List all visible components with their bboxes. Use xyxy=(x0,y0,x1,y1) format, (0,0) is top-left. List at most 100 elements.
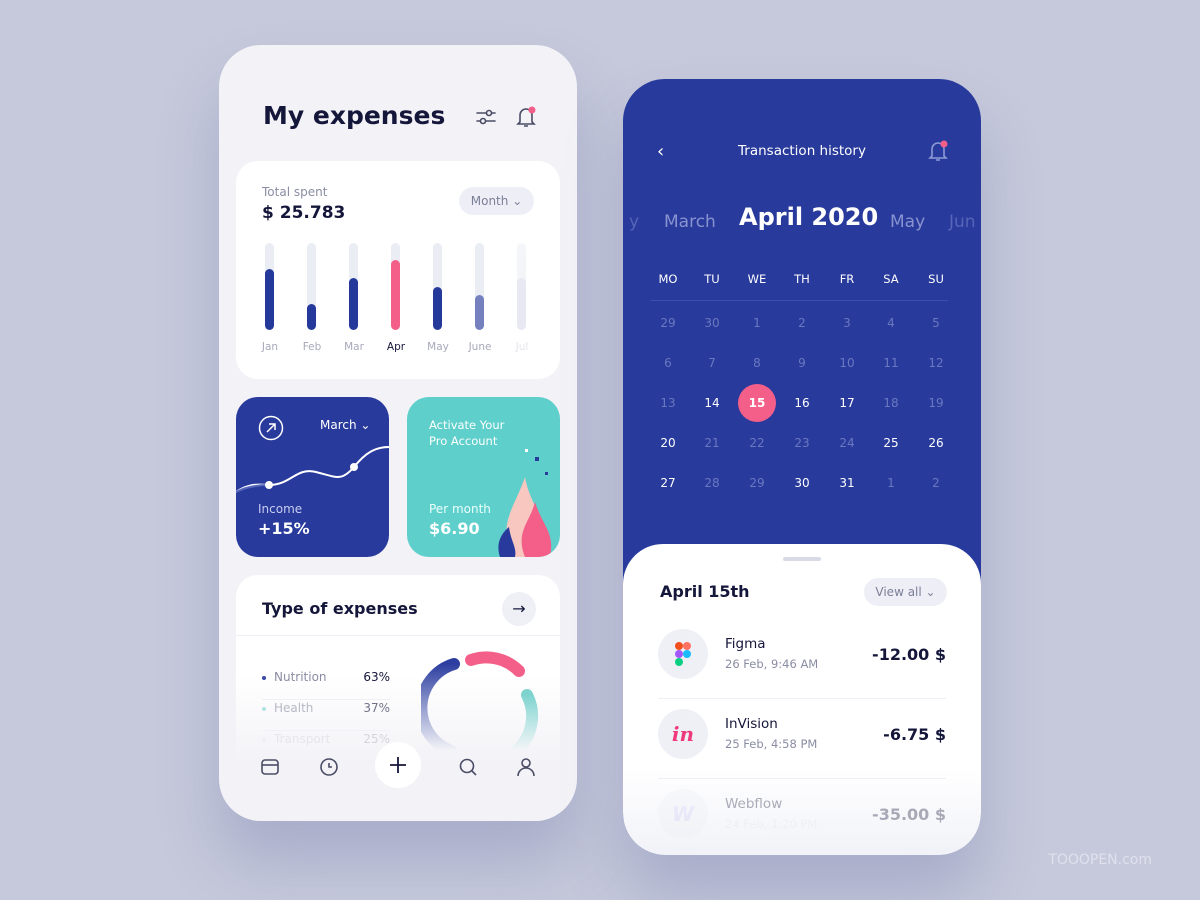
expense-type-pct: 63% xyxy=(363,670,390,684)
calendar-day[interactable]: 29 xyxy=(648,316,688,330)
pro-price-label: Per month xyxy=(429,502,491,516)
user-icon[interactable] xyxy=(515,756,537,778)
calendar-day[interactable]: 26 xyxy=(916,436,956,450)
calendar-day[interactable]: 12 xyxy=(916,356,956,370)
transaction-date: 26 Feb, 9:46 AM xyxy=(725,657,819,671)
period-dropdown[interactable]: Month ⌄ xyxy=(459,187,534,215)
income-card[interactable]: March ⌄ Income +15% xyxy=(236,397,389,557)
bar-track[interactable] xyxy=(433,243,442,330)
bar-apr xyxy=(391,260,400,330)
bar-track[interactable] xyxy=(475,243,484,330)
calendar-day[interactable]: 22 xyxy=(737,436,777,450)
calendar-day[interactable]: 11 xyxy=(871,356,911,370)
legend-dot xyxy=(262,676,266,680)
calendar-day[interactable]: 10 xyxy=(827,356,867,370)
weekday-label: TH xyxy=(794,272,810,286)
calendar-day[interactable]: 18 xyxy=(871,396,911,410)
bar-label: Feb xyxy=(302,341,322,353)
transactions-sheet: April 15th View all ⌄ Figma 26 Feb, 9:46… xyxy=(623,544,981,855)
donut-chart xyxy=(421,651,539,757)
arrow-right-icon[interactable]: → xyxy=(502,592,536,626)
weekday-label: SA xyxy=(883,272,899,286)
pro-price-value: $6.90 xyxy=(429,519,480,538)
bell-icon[interactable] xyxy=(515,105,537,129)
expense-type-row[interactable]: Health 37% xyxy=(262,701,390,731)
view-all-label: View all xyxy=(875,585,922,599)
bar-track[interactable] xyxy=(349,243,358,330)
filter-icon[interactable] xyxy=(475,107,497,127)
calendar-day[interactable]: 25 xyxy=(871,436,911,450)
calendar-day[interactable]: 21 xyxy=(692,436,732,450)
bar-track[interactable] xyxy=(517,243,526,330)
view-all-button[interactable]: View all ⌄ xyxy=(864,578,947,606)
bar-track[interactable] xyxy=(307,243,316,330)
month-next-2[interactable]: Jun xyxy=(949,212,976,232)
calendar-day[interactable]: 7 xyxy=(692,356,732,370)
clock-icon[interactable] xyxy=(318,756,340,778)
weekday-label: SU xyxy=(928,272,944,286)
income-line-icon xyxy=(236,446,389,493)
expense-type-name: Nutrition xyxy=(274,670,327,684)
transaction-date: 24 Feb, 1:20 PM xyxy=(725,817,818,831)
wallet-icon[interactable] xyxy=(259,756,281,778)
total-spent-label: Total spent xyxy=(262,185,328,199)
calendar-day[interactable]: 17 xyxy=(827,396,867,410)
calendar-day[interactable]: 23 xyxy=(782,436,822,450)
calendar-day[interactable]: 31 xyxy=(827,476,867,490)
calendar-day[interactable]: 4 xyxy=(871,316,911,330)
search-icon[interactable] xyxy=(457,756,479,778)
calendar-day[interactable]: 1 xyxy=(871,476,911,490)
bell-icon[interactable] xyxy=(927,139,949,163)
calendar-day[interactable]: 20 xyxy=(648,436,688,450)
plus-icon[interactable] xyxy=(387,754,409,776)
calendar-day[interactable]: 29 xyxy=(737,476,777,490)
sheet-handle[interactable] xyxy=(783,557,821,561)
expenses-screen: My expenses Total spent $ 25.783 Month ⌄… xyxy=(219,45,577,821)
transaction-row[interactable]: in InVision 25 Feb, 4:58 PM -6.75 $ xyxy=(658,699,946,779)
income-month[interactable]: March xyxy=(320,418,357,432)
bar-track[interactable] xyxy=(391,243,400,330)
bar-label: Jan xyxy=(261,341,279,353)
expense-type-pct: 37% xyxy=(363,701,390,715)
calendar-day[interactable]: 1 xyxy=(737,316,777,330)
transaction-row[interactable]: W Webflow 24 Feb, 1:20 PM -35.00 $ xyxy=(658,779,946,855)
calendar-day[interactable]: 16 xyxy=(782,396,822,410)
legend-dot xyxy=(262,707,266,711)
bar-label: May xyxy=(427,341,449,353)
calendar-day[interactable]: 13 xyxy=(648,396,688,410)
month-current[interactable]: April 2020 xyxy=(739,203,878,231)
month-prev-2[interactable]: y xyxy=(629,212,639,232)
donut-nutrition xyxy=(421,658,460,757)
pro-account-card[interactable]: Activate Your Pro Account Per month $6.9… xyxy=(407,397,560,557)
calendar-day[interactable]: 15 xyxy=(737,396,777,410)
expense-type-row[interactable]: Nutrition 63% xyxy=(262,670,390,700)
expense-type-name: Health xyxy=(274,701,314,715)
bar-track[interactable] xyxy=(265,243,274,330)
webflow-logo-icon: W xyxy=(671,802,695,826)
month-prev[interactable]: March xyxy=(664,212,716,232)
transaction-row[interactable]: Figma 26 Feb, 9:46 AM -12.00 $ xyxy=(658,619,946,699)
calendar-day[interactable]: 5 xyxy=(916,316,956,330)
transaction-amount: -12.00 $ xyxy=(872,645,946,664)
calendar-day[interactable]: 30 xyxy=(692,316,732,330)
calendar-day[interactable]: 3 xyxy=(827,316,867,330)
income-value: +15% xyxy=(258,519,310,538)
legend-dot xyxy=(262,738,266,742)
donut-nutrition-pink xyxy=(465,651,525,677)
month-next[interactable]: May xyxy=(890,212,925,232)
calendar-day[interactable]: 14 xyxy=(692,396,732,410)
figma-logo-icon xyxy=(675,642,691,666)
total-spent-value: $ 25.783 xyxy=(262,203,346,223)
calendar-day[interactable]: 30 xyxy=(782,476,822,490)
calendar-day[interactable]: 2 xyxy=(782,316,822,330)
calendar-day[interactable]: 27 xyxy=(648,476,688,490)
calendar-day[interactable]: 28 xyxy=(692,476,732,490)
calendar-day[interactable]: 9 xyxy=(782,356,822,370)
transaction-date: 25 Feb, 4:58 PM xyxy=(725,737,818,751)
calendar-day[interactable]: 8 xyxy=(737,356,777,370)
calendar-day[interactable]: 2 xyxy=(916,476,956,490)
transaction-name: Webflow xyxy=(725,796,783,812)
calendar-day[interactable]: 24 xyxy=(827,436,867,450)
calendar-day[interactable]: 19 xyxy=(916,396,956,410)
calendar-day[interactable]: 6 xyxy=(648,356,688,370)
